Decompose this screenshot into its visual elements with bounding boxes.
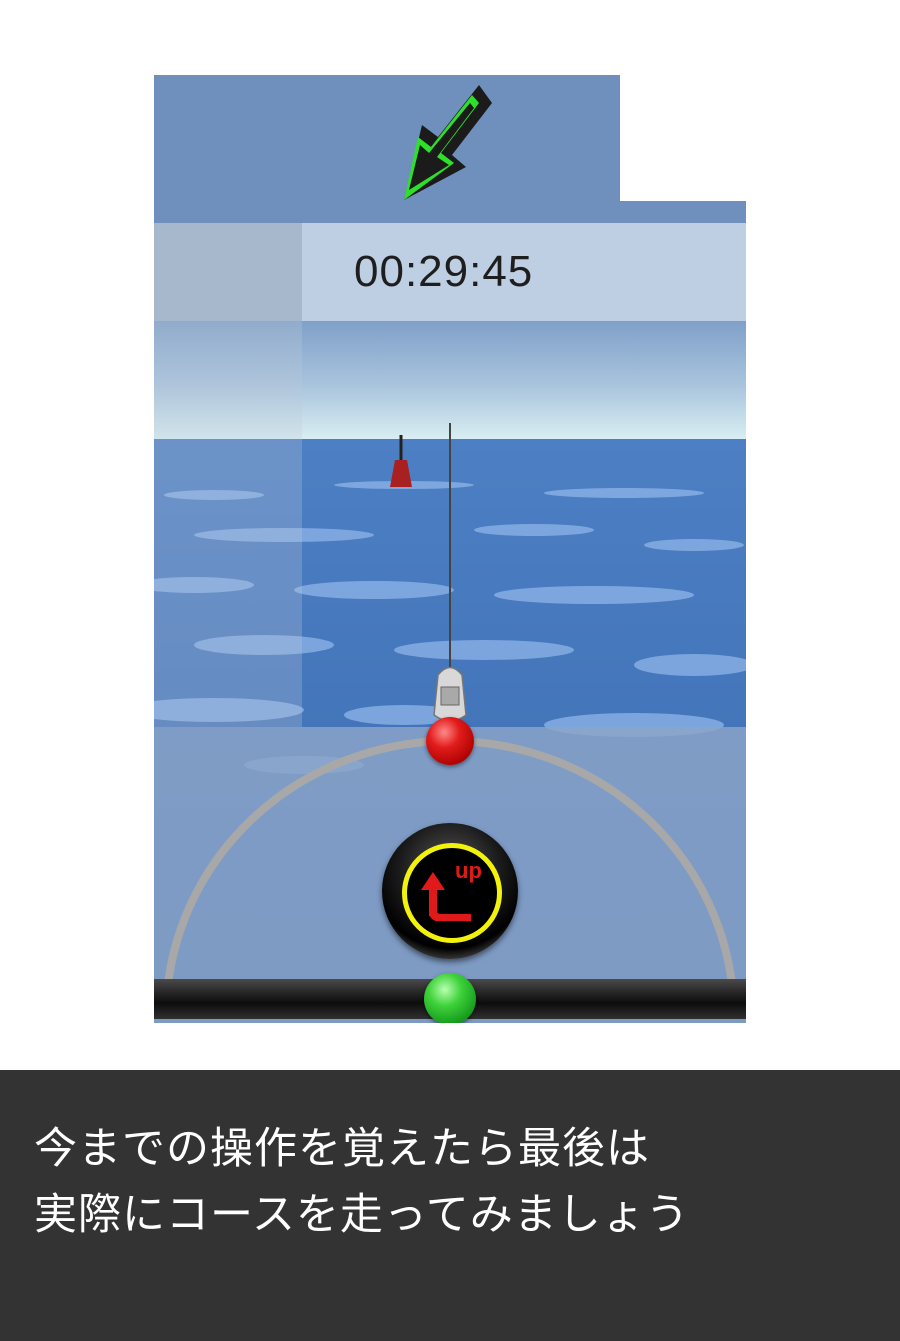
- timer-side-panel: [154, 223, 302, 321]
- throttle-knob[interactable]: [424, 973, 476, 1023]
- minimap-panel: [620, 75, 746, 201]
- up-button[interactable]: up: [382, 823, 518, 959]
- timer-band: 00:29:45: [154, 223, 746, 321]
- caption-line-1: 今までの操作を覚えたら最後は: [34, 1124, 650, 1174]
- game-viewport: 00:29:45 up: [154, 75, 746, 1023]
- race-timer: 00:29:45: [354, 247, 534, 296]
- caption-line-2: 実際にコースを走ってみましょう: [34, 1190, 690, 1240]
- rudder-knob[interactable]: [426, 717, 474, 765]
- boat: [433, 666, 467, 722]
- left-shade-panel: [154, 321, 302, 727]
- up-button-ring: up: [402, 843, 502, 943]
- caption-banner: 今までの操作を覚えたら最後は 実際にコースを走ってみましょう: [0, 1070, 900, 1341]
- up-button-label: up: [455, 858, 482, 883]
